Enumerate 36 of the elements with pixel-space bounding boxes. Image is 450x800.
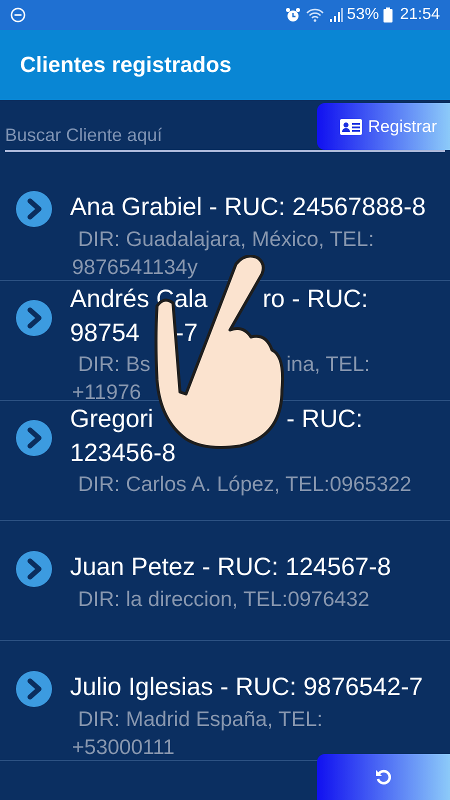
client-name: Ana Grabiel - RUC: 24567888-8 [70,192,426,222]
client-address: +11976 [72,380,142,406]
refresh-button[interactable] [317,754,450,800]
do-not-disturb-icon [10,7,26,23]
client-name: ro - RUC: [262,284,368,314]
contact-card-icon [340,118,362,134]
search-field[interactable]: Buscar Cliente aquí [5,120,313,150]
chevron-right-icon[interactable] [16,671,52,707]
chevron-right-icon[interactable] [16,551,52,587]
client-address: ina, TEL: [286,352,370,378]
client-name: Julio Iglesias - RUC: 9876542-7 [70,672,423,702]
signal-icon [328,7,343,23]
client-name: - RUC: [286,404,363,434]
client-address: DIR: Bs [78,352,150,378]
client-name: Juan Petez - RUC: 124567-8 [70,552,392,582]
chevron-right-icon[interactable] [16,191,52,227]
client-name: 123456-8 [70,438,176,468]
battery-icon [382,7,393,23]
client-name: -7 [176,318,198,348]
battery-percent: 53% [346,6,379,24]
client-address: DIR: la direccion, TEL:0976432 [78,587,370,613]
screen-title: Clientes registrados [20,52,232,78]
client-name: 98754 [70,318,140,348]
client-address: +53000111 [72,735,175,761]
client-address: DIR: Guadalajara, México, TEL: [78,227,374,253]
alarm-clock-icon [284,7,301,23]
clock-time: 21:54 [400,6,440,24]
client-address: DIR: Carlos A. López, TEL:0965322 [78,472,412,498]
register-button[interactable]: Registrar [317,103,450,150]
client-name: Gregori [70,404,154,434]
client-address: DIR: Madrid España, TEL: [78,707,323,733]
chevron-right-icon[interactable] [16,420,52,456]
refresh-icon [374,767,394,787]
wifi-icon [304,7,325,23]
chevron-right-icon[interactable] [16,300,52,336]
client-address: 9876541134y [72,255,198,281]
